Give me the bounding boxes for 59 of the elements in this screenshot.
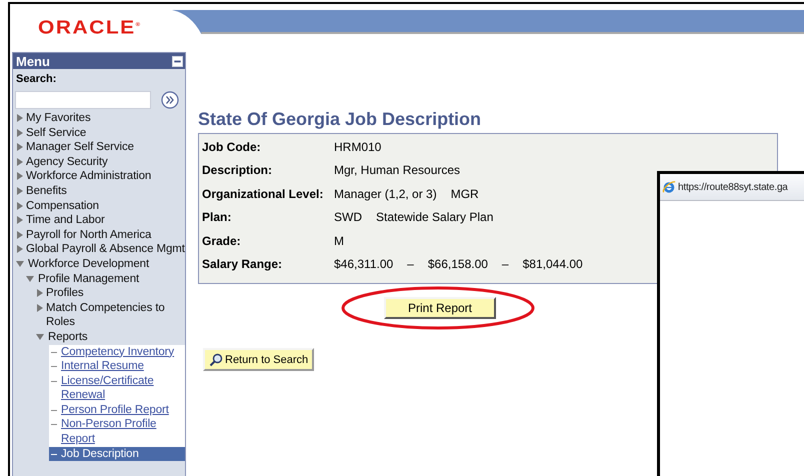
field-value: M <box>334 234 344 248</box>
menu-item[interactable]: Match Competencies to Roles <box>33 300 185 330</box>
menu-title: Menu <box>16 54 50 68</box>
field-label: Job Code: <box>202 140 262 154</box>
menu-link[interactable]: Person Profile Report <box>49 402 185 418</box>
search-label: Search: <box>15 72 58 87</box>
menu-item[interactable]: Compensation <box>13 198 185 214</box>
field-label: Grade: <box>202 234 242 248</box>
search-field[interactable] <box>15 91 151 109</box>
dash-icon <box>51 366 57 368</box>
field-value: Manager (1,2, or 3) <box>334 186 437 201</box>
menu-item[interactable]: Profiles <box>33 286 185 301</box>
field-value: $81,044.00 <box>522 257 583 272</box>
menu-link[interactable]: Non-Person Profile Report <box>49 417 185 447</box>
menu-item[interactable]: Profile Management <box>23 272 185 286</box>
dash-icon <box>51 424 57 426</box>
menu-item[interactable]: Benefits <box>13 184 185 199</box>
menu-item[interactable]: Workforce Administration <box>13 169 185 184</box>
field-value: $46,311.00 <box>334 257 394 272</box>
field-label: Organizational Level: <box>202 186 324 201</box>
expanded-arrow-icon <box>26 276 34 282</box>
field-label: Plan: <box>202 210 232 224</box>
popup-url: https://route88syt.state.ga <box>678 182 788 192</box>
field-value: SWD <box>334 210 362 224</box>
return-to-search-button[interactable]: Return to Search <box>203 348 314 371</box>
collapse-icon[interactable] <box>172 56 183 66</box>
oracle-logo: ORACLE$^{®}$ <box>37 16 142 40</box>
menu-item[interactable]: Manager Self Service <box>13 140 185 155</box>
dash-icon <box>51 380 57 382</box>
print-report-button[interactable]: Print Report <box>384 297 496 319</box>
dash-icon <box>51 410 57 411</box>
browser-icon <box>662 180 676 194</box>
go-button[interactable] <box>161 91 179 109</box>
field-value: Statewide Salary Plan <box>376 210 494 224</box>
menu-item[interactable]: My Favorites <box>13 111 185 126</box>
magnifier-icon <box>209 352 223 366</box>
field-value: MGR <box>450 186 479 201</box>
field-value: Mgr, Human Resources <box>334 163 460 178</box>
menu-item[interactable]: Global Payroll & Absence Mgmt <box>13 242 185 257</box>
field-value: $66,158.00 <box>428 257 488 272</box>
page-title: State Of Georgia Job Description <box>198 109 482 131</box>
expanded-arrow-icon <box>36 334 44 340</box>
field-label: Description: <box>202 163 274 178</box>
menu-item[interactable]: Workforce Development <box>13 256 185 272</box>
expanded-arrow-icon <box>16 260 24 267</box>
menu-item[interactable]: Reports <box>33 330 185 344</box>
menu-item[interactable]: Time and Labor <box>13 213 185 228</box>
menu-item[interactable]: Self Service <box>13 126 185 140</box>
menu-link[interactable]: Internal Resume <box>49 359 185 374</box>
field-value: HRM010 <box>334 140 382 154</box>
menu-link[interactable]: Competency Inventory <box>49 344 185 360</box>
menu-link[interactable]: License/Certificate Renewal <box>49 374 185 403</box>
field-value: – <box>407 257 414 272</box>
menu-item[interactable]: Payroll for North America <box>13 228 185 242</box>
menu-link[interactable]: Job Description <box>49 446 185 462</box>
menu-item[interactable]: Agency Security <box>13 154 185 170</box>
field-label: Salary Range: <box>202 257 284 272</box>
dash-icon <box>51 454 57 455</box>
field-value: – <box>502 257 509 272</box>
